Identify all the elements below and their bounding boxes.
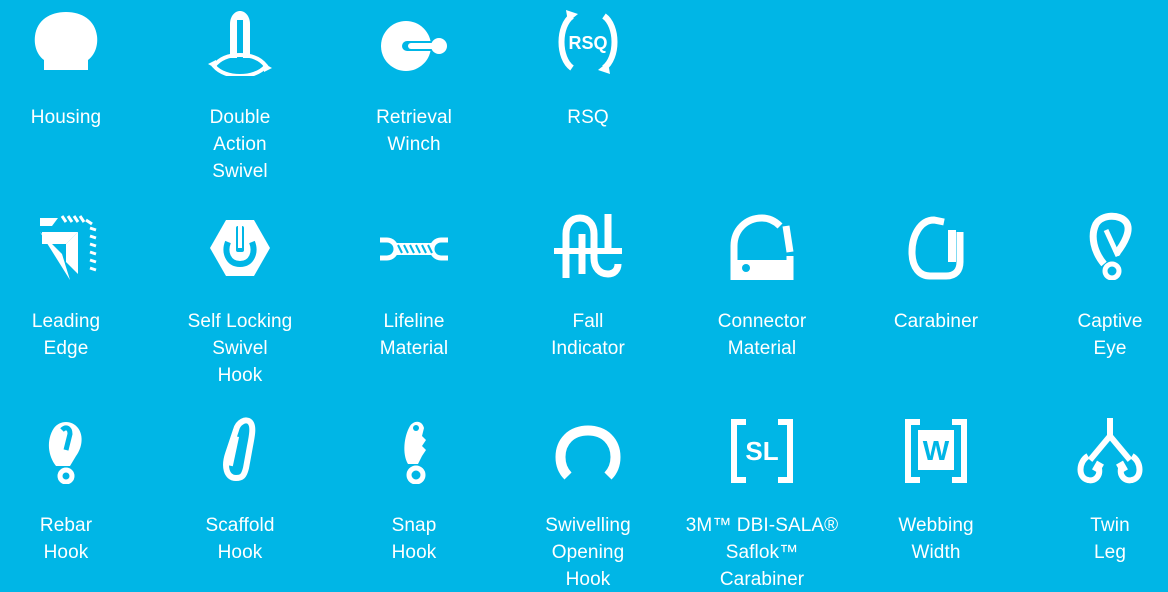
legend-label-line: Connector xyxy=(717,311,807,332)
legend-item-captive-eye: Captive Eye xyxy=(1023,204,1168,404)
legend-label-line: Lifeline xyxy=(383,311,445,332)
retrieval-winch-icon xyxy=(380,8,448,76)
legend-label-line: Hook xyxy=(565,569,611,590)
legend-label-line: Fall xyxy=(572,311,604,332)
legend-item-twin-leg: Twin Leg xyxy=(1023,408,1168,592)
legend-item-webbing-width: W Webbing Width xyxy=(849,408,1023,592)
legend-item-housing: Housing xyxy=(0,0,153,200)
rsq-icon: RSQ xyxy=(554,8,622,76)
legend-label: Connector Material xyxy=(675,308,849,362)
legend-label-line: Double xyxy=(209,107,271,128)
legend-label-line: Carabiner xyxy=(893,311,979,332)
carabiner-icon xyxy=(902,212,970,280)
lifeline-material-icon xyxy=(380,212,448,280)
legend-item-double-action-swivel: Double Action Swivel xyxy=(153,0,327,200)
snap-hook-icon xyxy=(380,416,448,484)
legend-label: Snap Hook xyxy=(327,512,501,566)
legend-label: Webbing Width xyxy=(849,512,1023,566)
captive-eye-icon xyxy=(1076,212,1144,280)
legend-label: Carabiner xyxy=(849,308,1023,335)
legend-label: Double Action Swivel xyxy=(153,104,327,185)
legend-label: Fall Indicator xyxy=(501,308,675,362)
self-locking-swivel-hook-icon xyxy=(206,212,274,280)
icon-legend-panel: Housing Double Action Swivel Retrieval W… xyxy=(0,0,1168,592)
webbing-width-icon: W xyxy=(902,416,970,484)
legend-label: Retrieval Winch xyxy=(327,104,501,158)
legend-item-scaffold-hook: Scaffold Hook xyxy=(153,408,327,592)
legend-label-line: Eye xyxy=(1093,338,1127,359)
fall-indicator-icon xyxy=(554,212,622,280)
legend-label: Lifeline Material xyxy=(327,308,501,362)
legend-label-line: Hook xyxy=(391,542,437,563)
dbi-sala-saflok-carabiner-icon: SL xyxy=(728,416,796,484)
legend-item-dbi-sala-saflok-carabiner: SL 3M™ DBI-SALA® Saflok™ Carabiner xyxy=(675,408,849,592)
legend-label-line: Carabiner xyxy=(719,569,805,590)
legend-label-line: Leg xyxy=(1093,542,1126,563)
legend-label-line: Action xyxy=(213,134,267,155)
legend-item-rsq: RSQ RSQ xyxy=(501,0,675,200)
legend-label-line: Twin xyxy=(1090,515,1130,536)
legend-label: RSQ xyxy=(501,104,675,131)
legend-label-line: Webbing xyxy=(898,515,974,536)
legend-label-line: Edge xyxy=(43,338,89,359)
housing-icon xyxy=(32,8,100,76)
double-action-swivel-icon xyxy=(206,8,274,76)
legend-label-line: Saflok™ xyxy=(725,542,799,563)
legend-label-line: Retrieval xyxy=(376,107,452,128)
legend-label-line: Swivel xyxy=(212,161,268,182)
leading-edge-icon xyxy=(32,212,100,280)
legend-item-retrieval-winch: Retrieval Winch xyxy=(327,0,501,200)
legend-label-line: Width xyxy=(911,542,961,563)
legend-item-swivelling-opening-hook: Swivelling Opening Hook xyxy=(501,408,675,592)
legend-label: Captive Eye xyxy=(1023,308,1168,362)
legend-label-line: Opening xyxy=(551,542,625,563)
w-icon-text: W xyxy=(923,435,950,466)
legend-label-line: Housing xyxy=(30,107,102,128)
rebar-hook-icon xyxy=(32,416,100,484)
legend-label-line: Hook xyxy=(217,365,263,386)
legend-label-line: Material xyxy=(379,338,449,359)
legend-item-snap-hook: Snap Hook xyxy=(327,408,501,592)
legend-label-line: RSQ xyxy=(567,107,609,128)
legend-label-line: Winch xyxy=(387,134,441,155)
legend-label-line: Swivel xyxy=(212,338,268,359)
legend-label-line: 3M™ DBI-SALA® xyxy=(685,515,839,536)
twin-leg-icon xyxy=(1076,416,1144,484)
legend-label: Twin Leg xyxy=(1023,512,1168,566)
legend-item-lifeline-material: Lifeline Material xyxy=(327,204,501,404)
legend-item-leading-edge: Leading Edge xyxy=(0,204,153,404)
legend-label-line: Hook xyxy=(217,542,263,563)
legend-label-line: Swivelling xyxy=(545,515,631,536)
legend-item-connector-material: Connector Material xyxy=(675,204,849,404)
legend-label-line: Indicator xyxy=(551,338,625,359)
rsq-icon-text: RSQ xyxy=(568,33,607,53)
legend-item-self-locking-swivel-hook: Self Locking Swivel Hook xyxy=(153,204,327,404)
legend-label: Rebar Hook xyxy=(0,512,153,566)
sl-icon-text: SL xyxy=(745,436,778,466)
legend-label-line: Snap xyxy=(391,515,437,536)
legend-label: Scaffold Hook xyxy=(153,512,327,566)
legend-item-carabiner: Carabiner xyxy=(849,204,1023,404)
legend-label: 3M™ DBI-SALA® Saflok™ Carabiner xyxy=(675,512,849,592)
connector-material-icon xyxy=(728,212,796,280)
legend-label: Self Locking Swivel Hook xyxy=(153,308,327,389)
legend-label-line: Self Locking xyxy=(187,311,293,332)
legend-item-fall-indicator: Fall Indicator xyxy=(501,204,675,404)
legend-label: Leading Edge xyxy=(0,308,153,362)
legend-label-line: Rebar xyxy=(39,515,93,536)
swivelling-opening-hook-icon xyxy=(554,416,622,484)
legend-label-line: Captive xyxy=(1077,311,1143,332)
legend-item-rebar-hook: Rebar Hook xyxy=(0,408,153,592)
legend-label-line: Material xyxy=(727,338,797,359)
legend-label-line: Leading xyxy=(31,311,101,332)
legend-label-line: Hook xyxy=(43,542,89,563)
legend-label-line: Scaffold xyxy=(205,515,275,536)
legend-label: Housing xyxy=(0,104,153,131)
scaffold-hook-icon xyxy=(206,416,274,484)
legend-label: Swivelling Opening Hook xyxy=(501,512,675,592)
